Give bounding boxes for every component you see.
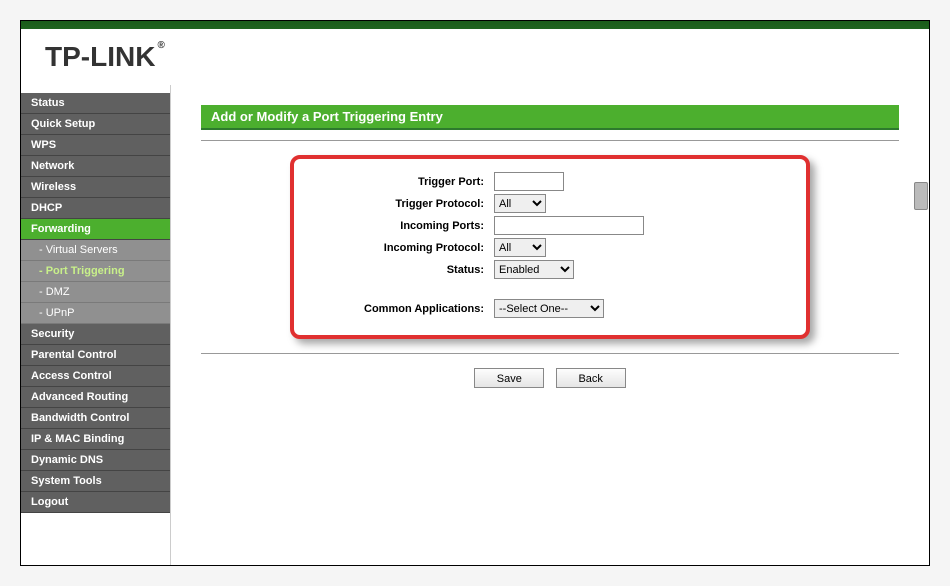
sidebar-item-label: Wireless [31, 181, 76, 193]
sidebar-item-label: - UPnP [39, 307, 74, 319]
trigger-port-label: Trigger Port: [314, 176, 494, 188]
sidebar-item[interactable]: Status [21, 93, 170, 114]
row-incoming-ports: Incoming Ports: [314, 216, 786, 235]
sidebar-item-label: Access Control [31, 370, 112, 382]
sidebar-item[interactable]: Parental Control [21, 345, 170, 366]
sidebar-item-label: System Tools [31, 475, 102, 487]
sidebar-item-label: Security [31, 328, 74, 340]
sidebar-subitem[interactable]: - Port Triggering [21, 261, 170, 282]
row-incoming-protocol: Incoming Protocol: All [314, 238, 786, 257]
page-title: Add or Modify a Port Triggering Entry [201, 105, 899, 130]
sidebar-item[interactable]: Logout [21, 492, 170, 513]
sidebar: Status Quick Setup WPS Network Wireless DHCP F… [21, 85, 171, 565]
sidebar-item[interactable]: IP & MAC Binding [21, 429, 170, 450]
sidebar-item-label: - DMZ [39, 286, 70, 298]
incoming-ports-input[interactable] [494, 216, 644, 235]
sidebar-item-label: Dynamic DNS [31, 454, 103, 466]
incoming-protocol-label: Incoming Protocol: [314, 242, 494, 254]
trigger-port-input[interactable] [494, 172, 564, 191]
brand-logo: TP-LINK ® [45, 41, 905, 73]
sidebar-item-label: - Virtual Servers [39, 244, 118, 256]
sidebar-item[interactable]: Access Control [21, 366, 170, 387]
status-select[interactable]: Enabled [494, 260, 574, 279]
sidebar-item[interactable]: Network [21, 156, 170, 177]
app-frame: TP-LINK ® Status Quick Setup WPS Network Wir… [20, 20, 930, 566]
page-title-text: Add or Modify a Port Triggering Entry [211, 109, 443, 124]
save-button[interactable]: Save [474, 368, 544, 388]
sidebar-item-label: Status [31, 97, 65, 109]
sidebar-item-label: Quick Setup [31, 118, 95, 130]
header-bar: TP-LINK ® [21, 21, 929, 85]
status-label: Status: [314, 264, 494, 276]
brand-text: TP-LINK [45, 41, 155, 73]
body-layout: Status Quick Setup WPS Network Wireless DHCP F… [21, 85, 929, 565]
header-inner: TP-LINK ® [21, 29, 929, 85]
sidebar-item-label: Network [31, 160, 74, 172]
sidebar-item-label: IP & MAC Binding [31, 433, 124, 445]
sidebar-item-label: DHCP [31, 202, 62, 214]
button-row: Save Back [201, 368, 899, 388]
row-trigger-protocol: Trigger Protocol: All [314, 194, 786, 213]
sidebar-item[interactable]: Bandwidth Control [21, 408, 170, 429]
sidebar-item-label: Logout [31, 496, 68, 508]
trigger-protocol-label: Trigger Protocol: [314, 198, 494, 210]
content-area: Add or Modify a Port Triggering Entry Tr… [171, 85, 929, 565]
separator-top [201, 140, 899, 141]
row-common-applications: Common Applications: --Select One-- [314, 299, 786, 318]
sidebar-subitem[interactable]: - DMZ [21, 282, 170, 303]
sidebar-item[interactable]: Forwarding [21, 219, 170, 240]
common-applications-label: Common Applications: [314, 303, 494, 315]
sidebar-item[interactable]: Wireless [21, 177, 170, 198]
separator-bottom [201, 353, 899, 354]
sidebar-item[interactable]: Security [21, 324, 170, 345]
form-spacer [314, 282, 786, 296]
brand-reg-icon: ® [157, 40, 164, 51]
sidebar-subitem[interactable]: - UPnP [21, 303, 170, 324]
scrollbar-thumb[interactable] [914, 182, 928, 210]
sidebar-item-label: Bandwidth Control [31, 412, 129, 424]
trigger-protocol-select[interactable]: All [494, 194, 546, 213]
sidebar-item-label: Parental Control [31, 349, 117, 361]
sidebar-item[interactable]: Quick Setup [21, 114, 170, 135]
form-highlight-box: Trigger Port: Trigger Protocol: All Inco… [290, 155, 810, 339]
sidebar-item-label: Forwarding [31, 223, 91, 235]
sidebar-item[interactable]: DHCP [21, 198, 170, 219]
back-button[interactable]: Back [556, 368, 626, 388]
sidebar-item-label: Advanced Routing [31, 391, 128, 403]
sidebar-item-label: WPS [31, 139, 56, 151]
sidebar-item[interactable]: Advanced Routing [21, 387, 170, 408]
incoming-protocol-select[interactable]: All [494, 238, 546, 257]
sidebar-item[interactable]: System Tools [21, 471, 170, 492]
sidebar-subitem[interactable]: - Virtual Servers [21, 240, 170, 261]
sidebar-item[interactable]: Dynamic DNS [21, 450, 170, 471]
sidebar-item[interactable]: WPS [21, 135, 170, 156]
common-applications-select[interactable]: --Select One-- [494, 299, 604, 318]
row-status: Status: Enabled [314, 260, 786, 279]
incoming-ports-label: Incoming Ports: [314, 220, 494, 232]
row-trigger-port: Trigger Port: [314, 172, 786, 191]
sidebar-item-label: - Port Triggering [39, 265, 125, 277]
